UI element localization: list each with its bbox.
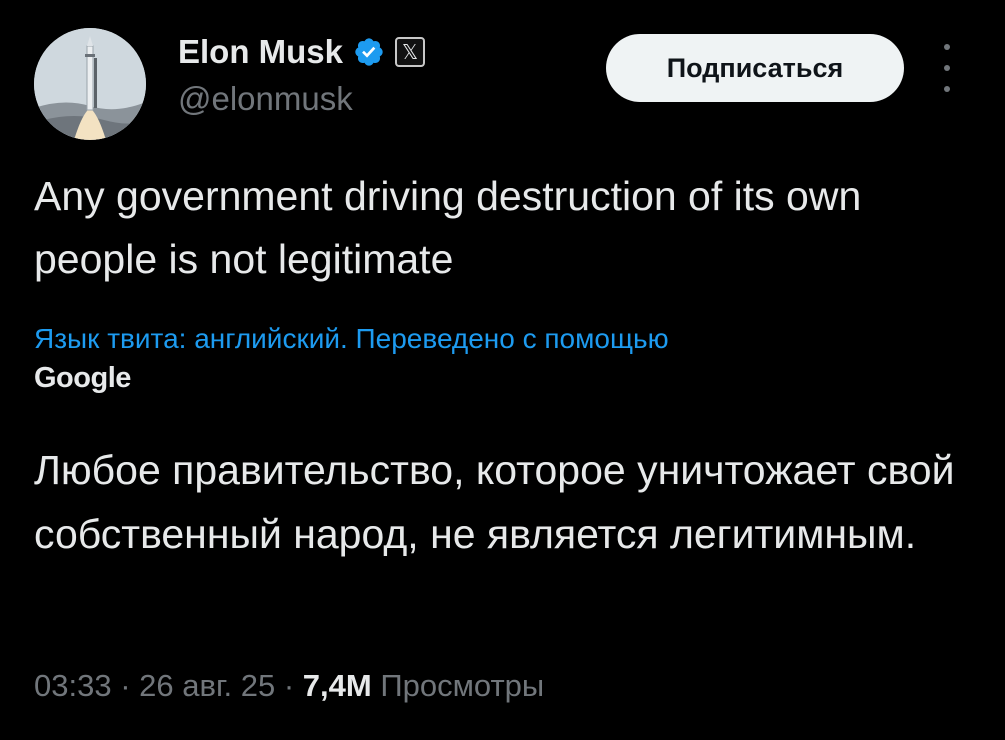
follow-button[interactable]: Подписаться	[606, 34, 904, 102]
tweet-text: Any government driving destruction of it…	[34, 173, 862, 282]
meta-separator: ·	[120, 668, 131, 703]
tweet-time[interactable]: 03:33	[34, 668, 112, 703]
author-name-row: Elon Musk 𝕏	[178, 32, 426, 72]
translated-text: Любое правительство, которое уничтожает …	[34, 447, 955, 557]
rocket-launch-icon	[34, 28, 146, 140]
translation-note-link[interactable]: Язык твита: английский. Переведено с пом…	[34, 320, 964, 358]
views-count: 7,4M	[302, 668, 372, 703]
views-label: Просмотры	[380, 668, 545, 703]
tweet: Elon Musk 𝕏 @elonmusk Подписаться Any go…	[0, 0, 1005, 740]
display-name[interactable]: Elon Musk	[178, 33, 343, 71]
x-logo-icon[interactable]: 𝕏	[395, 37, 426, 67]
tweet-meta: 03:33 · 26 авг. 25 · 7,4M Просмотры	[34, 668, 544, 704]
meta-separator: ·	[283, 668, 295, 703]
user-handle[interactable]: @elonmusk	[178, 80, 353, 118]
verified-badge-icon[interactable]	[353, 36, 385, 68]
tweet-date[interactable]: 26 авг. 25	[139, 668, 275, 703]
more-options-icon[interactable]	[932, 44, 962, 92]
google-logo: Google	[34, 362, 131, 394]
avatar[interactable]	[34, 28, 146, 140]
